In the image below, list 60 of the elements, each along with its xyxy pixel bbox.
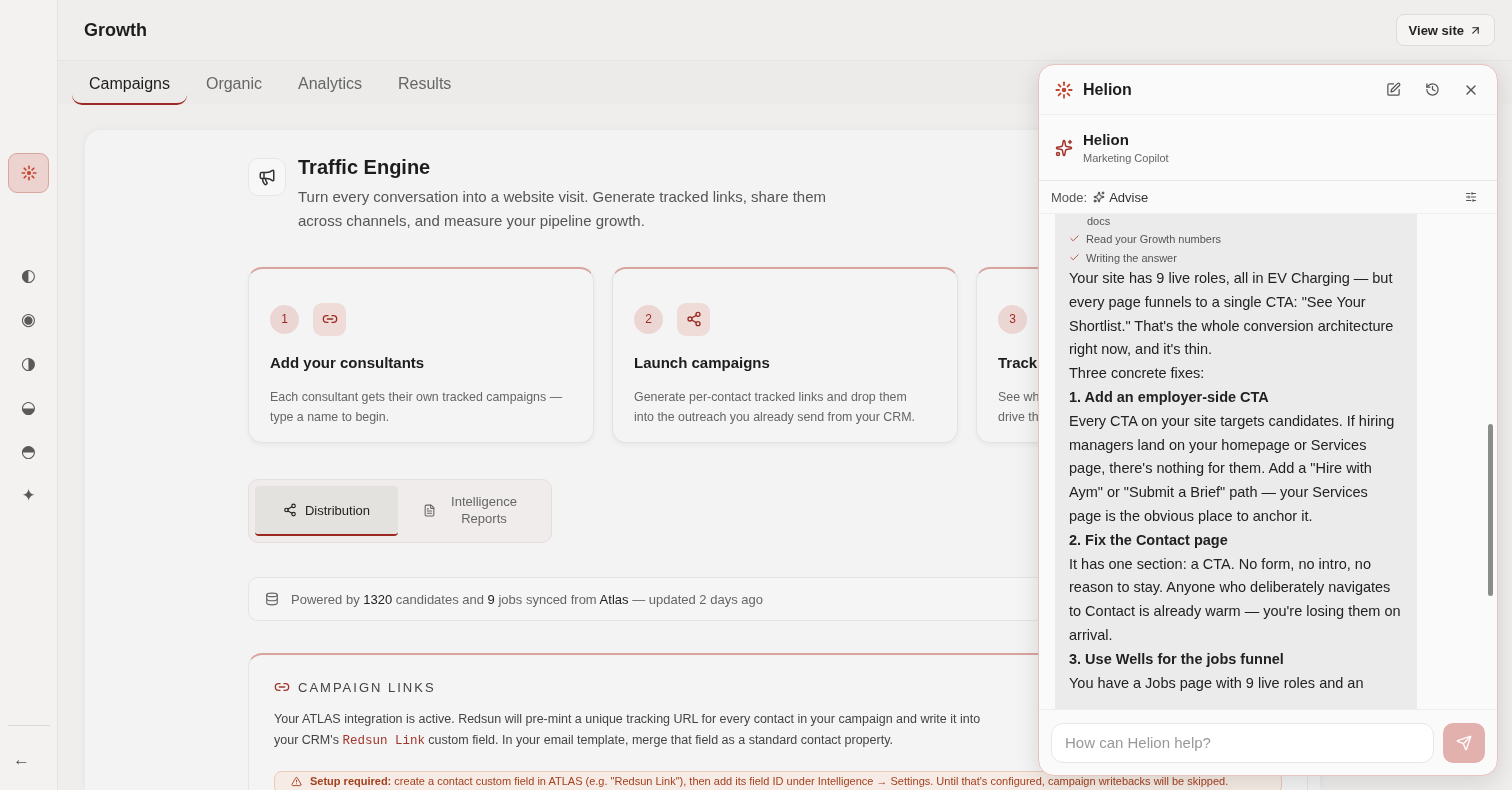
sidebar-item[interactable]: ◓ (14, 437, 43, 465)
sync-status-text: Powered by 1320 candidates and 9 jobs synced from Atlas — updated 2 days ago (291, 591, 763, 607)
tab[interactable]: Campaigns (72, 61, 187, 105)
agent-name: Helion (1083, 131, 1130, 148)
page-title: Growth (84, 19, 147, 41)
tab[interactable]: Organic (188, 61, 279, 105)
step-number: 2 (634, 304, 663, 334)
message-paragraph: Your site has 9 live roles, all in EV Charging — but every page funnels to a single CTA: "See Your Shortlist." That's the whole conversion architecture right now, and it's thin. (1069, 269, 1395, 360)
step-number: 3 (998, 304, 1027, 334)
message-heading: 1. Add an employer-side CTA (1069, 388, 1270, 407)
send-icon (1456, 734, 1472, 751)
sparkle-icon (1055, 138, 1073, 157)
hero-subtitle: Turn every conversation into a website visit. Generate tracked links, share them across channels, and measure your pipeline growth. (298, 187, 828, 231)
document-icon (423, 503, 436, 517)
step-description: Each consultant gets their own tracked campaigns — type a name to begin. (270, 389, 563, 426)
warning-icon (291, 775, 302, 787)
step-description: Generate per-contact tracked links and drop them into the outreach you already send from your CRM. (634, 389, 915, 426)
message-input[interactable]: How can Helion help? (1051, 722, 1434, 763)
agent-role: Marketing Copilot (1083, 152, 1169, 164)
sparkle-icon (1093, 191, 1106, 203)
step-text: Read your Growth numbers (1086, 232, 1222, 245)
sidebar-item[interactable] (8, 153, 49, 193)
message-heading: 3. Use Wells for the jobs funnel (1069, 649, 1285, 669)
megaphone-icon (248, 158, 286, 196)
panel-title: Helion (1083, 80, 1133, 99)
toggle-option[interactable]: Distribution (255, 486, 398, 536)
tab[interactable]: Results (381, 61, 469, 105)
mode-selector[interactable]: Advise (1093, 189, 1446, 205)
back-button[interactable]: ← (13, 750, 30, 770)
view-site-button[interactable]: View site (1395, 14, 1495, 46)
scrollbar-thumb[interactable] (1488, 424, 1493, 596)
link-icon (313, 302, 346, 336)
message-paragraph: You have a Jobs page with 9 live roles and an (1069, 673, 1365, 693)
message-heading: 2. Fix the Contact page (1069, 530, 1229, 550)
share-icon (283, 503, 297, 517)
message-paragraph: It has one section: a CTA. No form, no intro, no reason to stay. Anyone who deliberately navigates to Contact is already warm — you're losing them on arrival. (1069, 554, 1402, 645)
step-number: 1 (270, 304, 299, 334)
message-paragraph: Three concrete fixes: (1069, 364, 1206, 384)
sidebar-item[interactable]: ◑ (14, 349, 43, 377)
step-title: Add your consultants (270, 354, 425, 371)
sidebar-item[interactable]: ◒ (14, 393, 43, 421)
sidebar-item[interactable]: ✦ (14, 481, 43, 509)
sunburst-icon (1055, 80, 1073, 99)
step-title: Track (998, 354, 1038, 371)
campaign-links-description: Your ATLAS integration is active. Redsun will pre-mint a unique tracking URL for every contact in your campaign and write it into your CRM's Redsun Link custom field. In your email template, merge that field as a standard contact property. (274, 711, 982, 750)
message-paragraph: Every CTA on your site targets candidates. If hiring managers land on your homepage or Services page, there's nothing for them. Add a "Hire with Aym" or "Submit a Brief" path — your Services page is the obvious place to anchor it. (1069, 411, 1396, 526)
step-title: Launch campaigns (634, 354, 770, 371)
step-text: docs (1086, 214, 1112, 229)
database-icon (265, 592, 279, 606)
mode-label: Mode: (1051, 189, 1088, 205)
tab[interactable]: Analytics (280, 61, 379, 105)
sidebar-item[interactable]: ◉ (14, 305, 43, 333)
hero-title: Traffic Engine (298, 156, 432, 179)
sidebar-item[interactable]: ◐ (14, 261, 43, 289)
step-text: Writing the answer (1086, 251, 1177, 264)
warning-text: Setup required: create a contact custom field in ATLAS (e.g. "Redsun Link"), then add its field ID under Intelligence → Settings. Until that's configured, campaign writebacks will be skipped. (310, 775, 1229, 787)
sunburst-icon (20, 165, 37, 181)
toggle-option[interactable]: Intelligence Reports (402, 486, 545, 536)
share-icon (677, 302, 710, 336)
section-title: CAMPAIGN LINKS (298, 679, 436, 695)
